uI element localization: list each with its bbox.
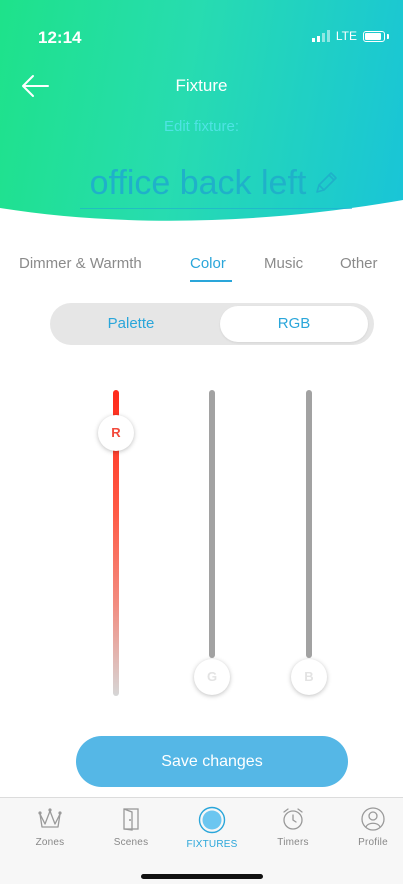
red-slider-knob[interactable]: R: [98, 415, 134, 452]
tab-other[interactable]: Other: [340, 255, 378, 272]
home-indicator: [141, 874, 263, 879]
status-indicators: LTE: [311, 29, 389, 43]
battery-cap: [387, 33, 389, 39]
status-time: 12:14: [38, 28, 82, 47]
fixture-bulb-icon: [198, 806, 226, 834]
palette-option[interactable]: Palette: [50, 303, 212, 345]
tabbar-label-profile: Profile: [358, 837, 388, 848]
blue-slider-knob[interactable]: B: [291, 659, 327, 695]
crown-icon: [38, 808, 62, 828]
door-icon: [123, 808, 139, 831]
fixture-name-text[interactable]: office back left: [90, 164, 307, 203]
header: 12:14 LTE Fixture Edit fixture: office b…: [0, 0, 403, 240]
page-title: Fixture: [175, 76, 228, 95]
network-label: LTE: [335, 29, 357, 43]
blue-slider-track[interactable]: [306, 390, 312, 658]
tabbar-label-scenes: Scenes: [113, 837, 149, 848]
tab-dimmer-warmth[interactable]: Dimmer & Warmth: [19, 255, 142, 272]
battery-icon: [363, 30, 385, 42]
bottom-tab-bar: Zones Scenes FIXTURES Timers Profile: [0, 797, 403, 884]
green-slider-track[interactable]: [209, 390, 215, 658]
tabbar-label-timers: Timers: [277, 837, 309, 848]
tab-color[interactable]: Color: [190, 255, 226, 272]
alarm-clock-icon: [283, 808, 303, 830]
profile-icon: [361, 807, 385, 831]
pencil-icon[interactable]: [312, 169, 340, 197]
tabbar-item-zones[interactable]: Zones: [15, 806, 85, 848]
save-changes-button[interactable]: Save changes: [76, 736, 348, 787]
signal-icon: [311, 30, 330, 42]
tabbar-item-fixtures[interactable]: FIXTURES: [177, 806, 247, 850]
tabbar-label-zones: Zones: [35, 837, 65, 848]
active-tab-indicator: [190, 280, 232, 282]
edit-fixture-label: Edit fixture:: [163, 118, 240, 135]
tab-music[interactable]: Music: [264, 255, 303, 272]
status-bar: 12:14 LTE: [0, 0, 403, 70]
rgb-option[interactable]: RGB: [220, 306, 368, 342]
fixture-name-underline: [80, 208, 352, 209]
tabbar-item-profile[interactable]: Profile: [338, 806, 403, 848]
tabbar-item-timers[interactable]: Timers: [258, 806, 328, 848]
green-slider-knob[interactable]: G: [194, 659, 230, 695]
tabbar-label-fixtures: FIXTURES: [186, 839, 238, 850]
tabbar-item-scenes[interactable]: Scenes: [96, 806, 166, 848]
color-mode-toggle: Palette RGB: [50, 303, 374, 345]
fixture-name-field[interactable]: office back left: [70, 158, 360, 208]
settings-tabs: Dimmer & Warmth Color Music Other: [0, 255, 403, 285]
